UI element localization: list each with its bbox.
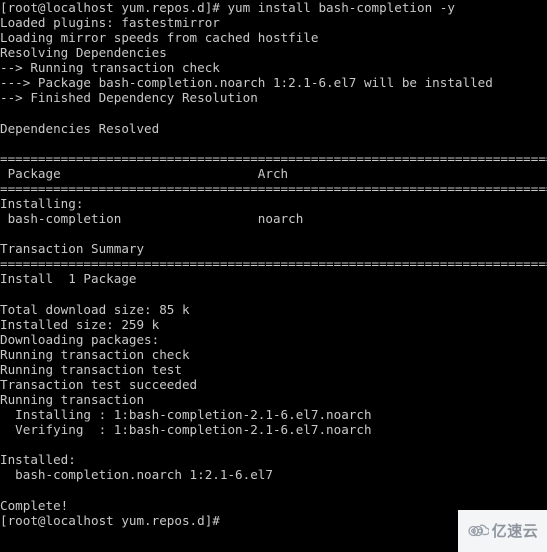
watermark-text: 亿速云 xyxy=(491,521,539,540)
terminal-line: ========================================… xyxy=(0,150,547,166)
terminal-line: Transaction Summary xyxy=(0,241,145,257)
terminal-line: Running transaction test xyxy=(0,361,182,377)
terminal-line: ========================================… xyxy=(0,256,547,272)
terminal-line: Loading mirror speeds from cached hostfi… xyxy=(0,30,319,46)
cloud-logo-icon xyxy=(468,524,489,537)
screenshot-root: [root@localhost yum.repos.d]# yum instal… xyxy=(0,0,547,552)
terminal-line: Verifying : 1:bash-completion-2.1-6.el7.… xyxy=(0,422,372,438)
terminal-line: ---> Package bash-completion.noarch 1:2.… xyxy=(0,75,493,91)
terminal-line: --> Finished Dependency Resolution xyxy=(0,90,258,106)
terminal-line: ========================================… xyxy=(0,180,547,196)
terminal-line: Installing : 1:bash-completion-2.1-6.el7… xyxy=(0,407,372,423)
terminal-line: Installed: xyxy=(0,452,76,468)
terminal-line: Dependencies Resolved xyxy=(0,120,160,136)
terminal-line: Installing: xyxy=(0,196,84,212)
terminal-line: Running transaction check xyxy=(0,346,190,362)
terminal-line: Running transaction xyxy=(0,392,145,408)
terminal-line: Install 1 Package xyxy=(0,271,137,287)
terminal-line: --> Running transaction check xyxy=(0,60,220,76)
terminal-line: Total download size: 85 k xyxy=(0,301,190,317)
terminal-line: Installed size: 259 k xyxy=(0,316,160,332)
terminal-line: Transaction test succeeded xyxy=(0,376,198,392)
terminal-line: Downloading packages: xyxy=(0,331,160,347)
terminal-line: Loaded plugins: fastestmirror xyxy=(0,15,220,31)
terminal-output[interactable]: [root@localhost yum.repos.d]# yum instal… xyxy=(0,0,547,552)
terminal-line: bash-completion noarch xyxy=(0,211,304,227)
terminal-line: bash-completion.noarch 1:2.1-6.el7 xyxy=(0,467,273,483)
terminal-line: Resolving Dependencies xyxy=(0,45,167,61)
terminal-line: [root@localhost yum.repos.d]# yum instal… xyxy=(0,0,455,15)
terminal-line: Package Arch xyxy=(0,165,289,181)
watermark: 亿速云 xyxy=(458,510,547,552)
